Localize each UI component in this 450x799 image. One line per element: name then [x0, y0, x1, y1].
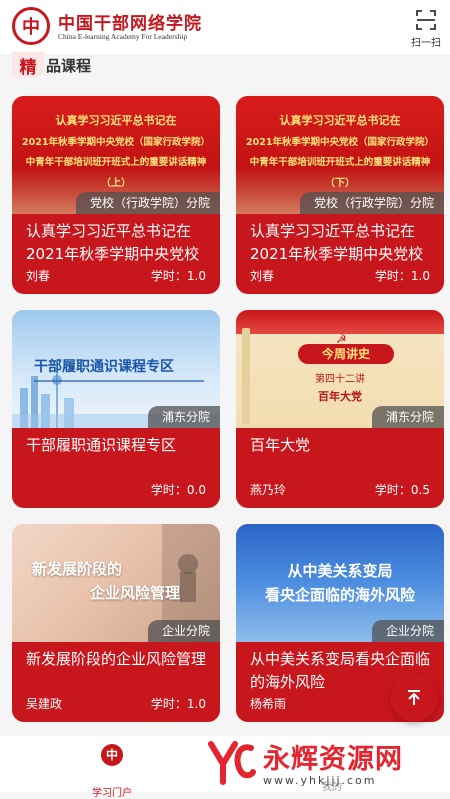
thumb-title: 干部履职通识课程专区	[34, 359, 174, 375]
thumb-title-2: 看央企面临的海外风险	[264, 586, 415, 604]
course-card[interactable]: 认真学习习近平总书记在 2021年秋季学期中央党校（国家行政学院） 中青年干部培…	[12, 96, 220, 294]
branch-tag: 浦东分院	[147, 406, 220, 428]
thumb-title-1: 从中美关系变局	[287, 562, 393, 580]
course-author: 刘春	[250, 269, 275, 283]
back-to-top-button[interactable]	[390, 674, 438, 722]
scan-icon	[416, 10, 436, 30]
course-hours: 学时：1.0	[150, 269, 206, 283]
course-card[interactable]: 新发展阶段的 企业风险管理 企业分院 新发展阶段的企业风险管理 吴建政 学时：1…	[12, 524, 220, 722]
watermark: 永辉资源网 www.yhkjjj.com	[205, 738, 403, 787]
branch-tag: 党校（行政学院）分院	[75, 192, 220, 214]
tab-study-portal[interactable]: 中 学习门户	[82, 744, 142, 799]
branch-tag: 企业分院	[371, 620, 444, 642]
logo-mark: 中	[22, 17, 40, 38]
course-title: 百年大党	[250, 436, 311, 454]
branch-tag: 党校（行政学院）分院	[299, 192, 444, 214]
course-title: 新发展阶段的企业风险管理	[26, 650, 207, 668]
course-hours: 学时：0.5	[374, 483, 430, 497]
section-title: 精 品课程	[12, 52, 91, 78]
section-title-text: 品课程	[46, 56, 92, 75]
course-hours: 学时：1.0	[150, 697, 206, 711]
thumb-title-2: 企业风险管理	[90, 584, 181, 602]
course-hours: 学时：0.0	[150, 483, 206, 497]
course-author: 刘春	[26, 269, 51, 283]
arrow-up-icon	[408, 690, 420, 705]
course-title: 干部履职通识课程专区	[26, 436, 177, 454]
course-author: 吴建政	[26, 697, 63, 711]
scan-label: 扫一扫	[411, 38, 441, 49]
branch-tag: 浦东分院	[371, 406, 444, 428]
course-hours: 学时：1.0	[374, 269, 430, 283]
branch-tag: 企业分院	[147, 620, 220, 642]
course-author: 杨希雨	[250, 697, 287, 711]
course-card[interactable]: 认真学习习近平总书记在 2021年秋季学期中央党校（国家行政学院） 中青年干部培…	[236, 96, 444, 294]
course-title: 认真学习习近平总书记在2021年秋季学期中央党校	[250, 222, 424, 263]
watermark-title: 永辉资源网	[263, 744, 403, 775]
red-flag-band	[236, 310, 444, 334]
thumb-line: 中青年干部培训班开班式上的重要讲话精神	[249, 157, 431, 168]
thumb-line: 2021年秋季学期中央党校（国家行政学院）	[246, 137, 434, 148]
thumb-line: 认真学习习近平总书记在	[279, 114, 401, 127]
section-badge: 精	[12, 52, 44, 78]
study-portal-icon: 中	[101, 744, 123, 766]
thumb-lecture: 第四十二讲	[315, 374, 365, 385]
brand-subtitle: China E-learning Academy For Leadership	[58, 32, 188, 41]
scan-button[interactable]: 扫一扫	[410, 8, 442, 49]
thumb-line: （下）	[325, 178, 355, 189]
watermark-logo	[205, 738, 257, 786]
thumb-line: 中青年干部培训班开班式上的重要讲话精神	[25, 157, 207, 168]
course-author: 燕乃玲	[250, 483, 287, 497]
course-card[interactable]: 干部履职通识课程专区 浦东分院 干部履职通识课程专区 学时：0.0	[12, 310, 220, 508]
thumb-line: 2021年秋季学期中央党校（国家行政学院）	[22, 137, 210, 148]
app-header: 中 中国干部网络学院 China E-learning Academy For …	[0, 0, 450, 54]
thumb-underline	[34, 380, 204, 382]
thumb-series: 今周讲史	[298, 344, 394, 364]
thumb-line: （上）	[101, 178, 131, 189]
course-card[interactable]: ☭ 今周讲史 第四十二讲 百年大党 浦东分院 百年大党 燕乃玲 学时：0.5	[236, 310, 444, 508]
academy-logo: 中	[12, 7, 50, 45]
thumb-line: 认真学习习近平总书记在	[55, 114, 177, 127]
course-title: 认真学习习近平总书记在2021年秋季学期中央党校	[26, 222, 200, 263]
brand-title: 中国干部网络学院	[58, 14, 202, 34]
thumb-title-1: 新发展阶段的	[32, 560, 123, 578]
thumb-topic: 百年大党	[318, 390, 362, 403]
